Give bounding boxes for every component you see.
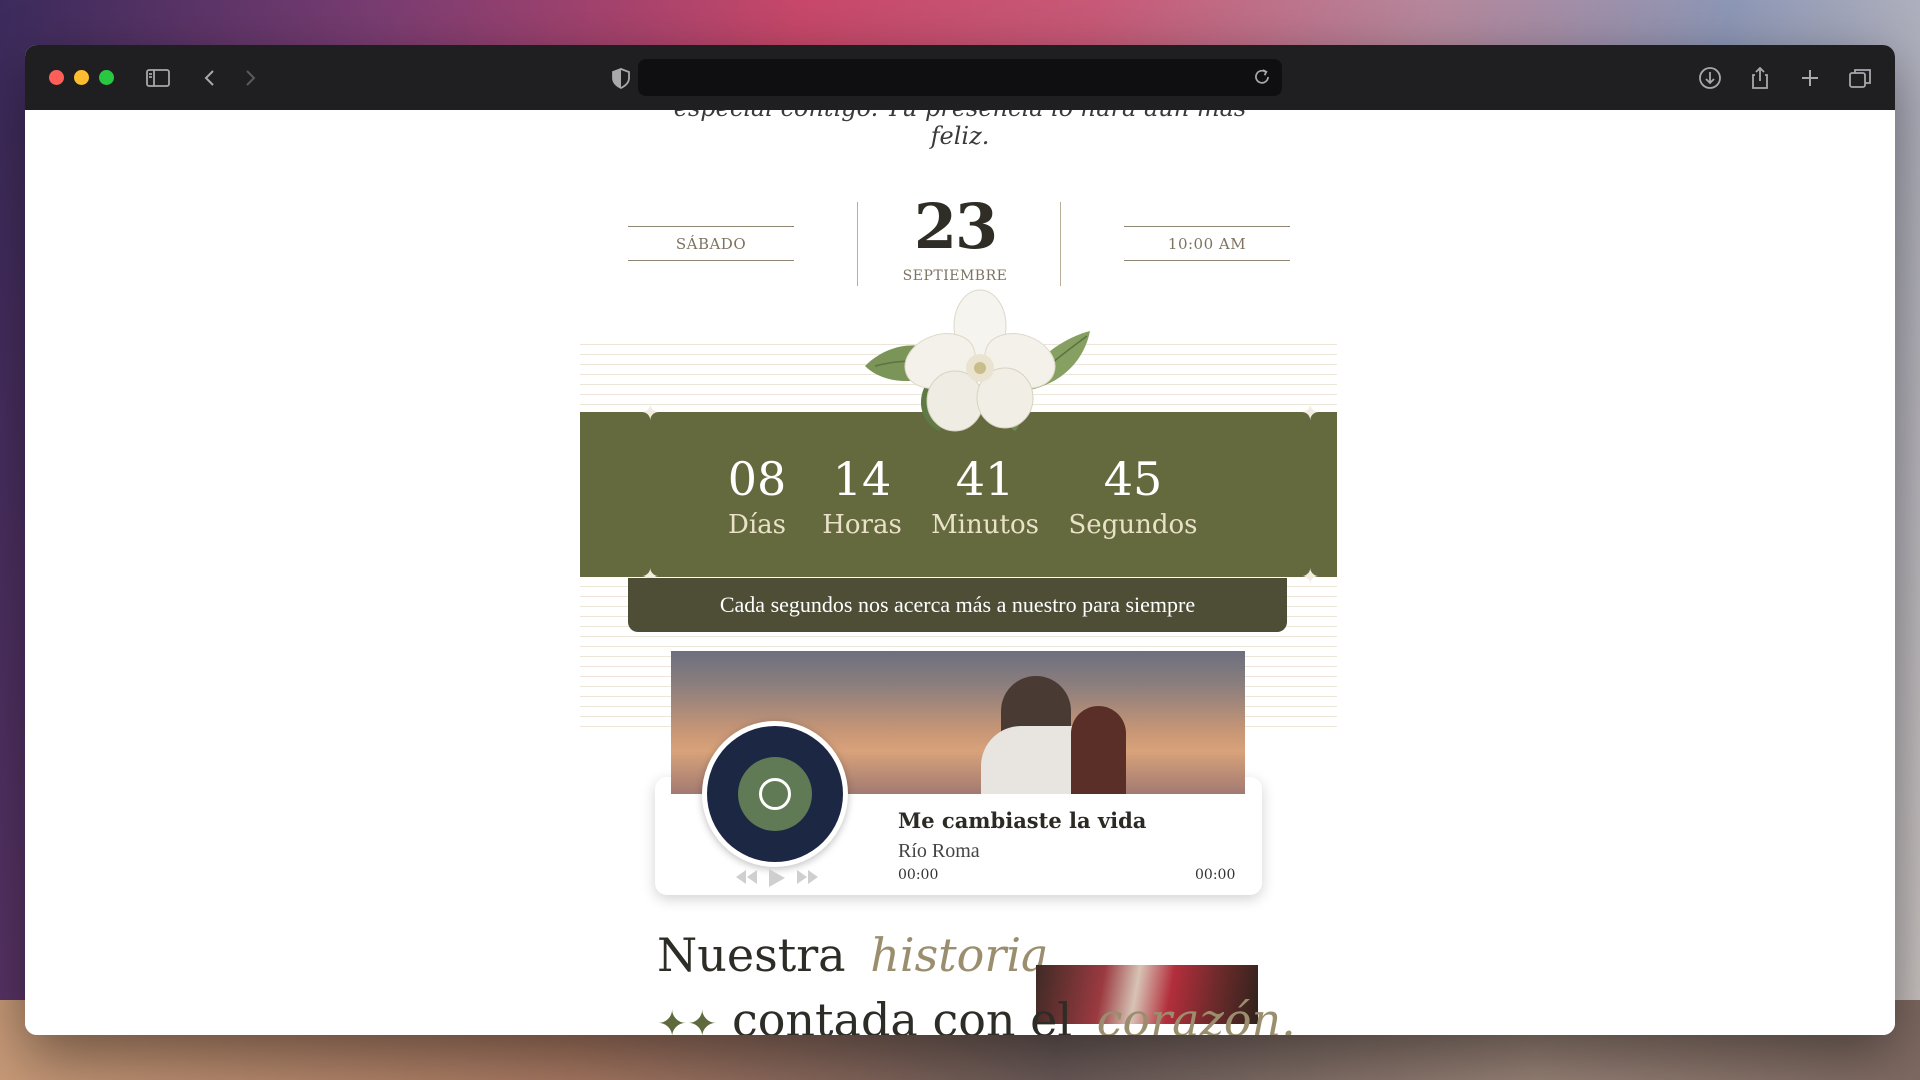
play-icon[interactable] bbox=[765, 867, 787, 894]
intro-text: especial contigo. Tu presencia lo hará a… bbox=[674, 110, 1246, 150]
shield-icon[interactable] bbox=[606, 63, 636, 93]
vinyl-disc-icon bbox=[702, 721, 848, 867]
time-current: 00:00 bbox=[898, 867, 939, 883]
countdown-message: Cada segundos nos acerca más a nuestro p… bbox=[628, 578, 1287, 632]
weekday-rule-top bbox=[628, 226, 794, 227]
weekday-rule-bottom bbox=[628, 260, 794, 261]
tabs-overview-icon[interactable] bbox=[1845, 63, 1875, 93]
story-line1-italic: historia, bbox=[870, 928, 1064, 982]
sidebar-icon[interactable] bbox=[143, 63, 173, 93]
browser-window: especial contigo. Tu presencia lo hará a… bbox=[25, 45, 1895, 1035]
countdown-seconds-label: Segundos bbox=[1068, 510, 1198, 540]
download-icon[interactable] bbox=[1695, 63, 1725, 93]
flower-ornament-icon bbox=[865, 289, 1090, 432]
countdown-minutes-label: Minutos bbox=[931, 510, 1039, 540]
rewind-icon[interactable] bbox=[733, 867, 759, 892]
share-icon[interactable] bbox=[1745, 63, 1775, 93]
event-time: 10:00 AM bbox=[1167, 235, 1247, 253]
event-weekday: SÁBADO bbox=[675, 235, 747, 253]
story-line2-italic: corazón. bbox=[1096, 993, 1296, 1035]
time-rule-top bbox=[1124, 226, 1290, 227]
minimize-window-button[interactable] bbox=[74, 70, 89, 85]
sparkle-icon: ✦ bbox=[641, 400, 660, 425]
browser-toolbar bbox=[25, 45, 1895, 111]
date-divider-left bbox=[857, 202, 858, 286]
time-rule-bottom bbox=[1124, 260, 1290, 261]
reload-icon[interactable] bbox=[1249, 64, 1275, 90]
chevron-right-icon[interactable] bbox=[235, 63, 265, 93]
story-heading-line2: ✦✦ contada con el corazón. bbox=[657, 993, 1296, 1035]
date-divider-right bbox=[1060, 202, 1061, 286]
zoom-window-button[interactable] bbox=[99, 70, 114, 85]
story-line2-plain: contada con el bbox=[731, 993, 1073, 1035]
track-artist: Río Roma bbox=[898, 840, 980, 862]
sparkles-icon: ✦✦ bbox=[657, 1004, 718, 1035]
close-window-button[interactable] bbox=[49, 70, 64, 85]
sparkle-icon: ✦ bbox=[1301, 564, 1320, 589]
sparkle-icon: ✦ bbox=[1301, 400, 1320, 425]
countdown-hours-value: 14 bbox=[832, 452, 892, 506]
story-heading-line1: Nuestra historia, bbox=[657, 928, 1063, 982]
plus-icon[interactable] bbox=[1795, 63, 1825, 93]
story-line1-plain: Nuestra bbox=[657, 928, 846, 982]
countdown-seconds-value: 45 bbox=[1103, 452, 1163, 506]
track-title: Me cambiaste la vida bbox=[898, 808, 1147, 833]
countdown-panel: 08 Días 14 Horas 41 Minutos 45 Segundos bbox=[580, 412, 1337, 577]
address-bar[interactable] bbox=[638, 59, 1282, 96]
fast-forward-icon[interactable] bbox=[795, 867, 821, 892]
chevron-left-icon[interactable] bbox=[195, 63, 225, 93]
event-day: 23 bbox=[913, 190, 998, 263]
time-total: 00:00 bbox=[1195, 867, 1236, 883]
event-month: SEPTIEMBRE bbox=[902, 268, 1008, 284]
page-content: especial contigo. Tu presencia lo hará a… bbox=[25, 110, 1895, 1035]
countdown-minutes-value: 41 bbox=[955, 452, 1015, 506]
